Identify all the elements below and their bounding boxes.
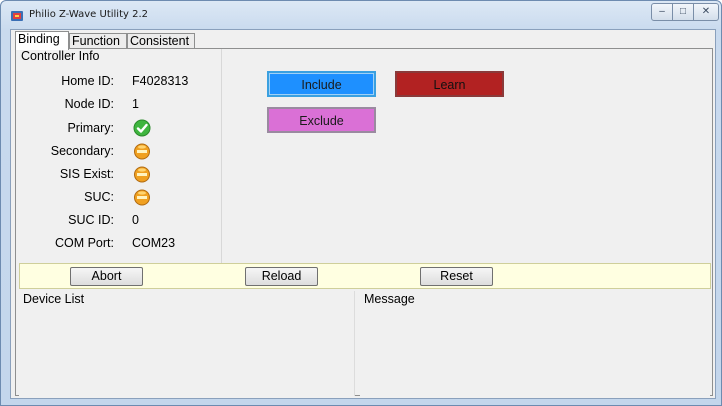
tab-binding[interactable]: Binding — [15, 31, 69, 50]
maximize-button[interactable]: □ — [672, 3, 694, 21]
abort-button[interactable]: Abort — [70, 267, 143, 286]
no-entry-icon — [134, 189, 150, 206]
tab-function[interactable]: Function — [69, 33, 127, 49]
suc-id-value: 0 — [132, 213, 139, 227]
suc-id-label: SUC ID: — [68, 213, 114, 227]
app-icon — [11, 11, 23, 21]
exclude-button[interactable]: Exclude — [267, 107, 376, 133]
home-id-label: Home ID: — [61, 74, 114, 88]
controller-info-title: Controller Info — [21, 49, 100, 63]
node-id-label: Node ID: — [64, 97, 114, 111]
home-id-value: F4028313 — [132, 74, 189, 88]
close-button[interactable]: ✕ — [693, 3, 719, 21]
window-title: Philio Z-Wave Utility 2.2 — [29, 9, 148, 20]
message-label: Message — [364, 292, 415, 306]
app-window: Philio Z-Wave Utility 2.2 – □ ✕ Binding … — [0, 0, 722, 406]
check-icon — [133, 119, 151, 137]
title-bar: Philio Z-Wave Utility 2.2 – □ ✕ — [1, 1, 721, 29]
primary-label: Primary: — [67, 121, 114, 135]
minimize-button[interactable]: – — [651, 3, 673, 21]
device-list-label: Device List — [23, 292, 85, 306]
com-port-label: COM Port: — [54, 236, 114, 250]
reload-button[interactable]: Reload — [245, 267, 318, 286]
device-list[interactable]: Device List — [19, 291, 355, 396]
include-button[interactable]: Include — [267, 71, 376, 97]
com-port-value: COM23 — [132, 236, 176, 250]
reset-button[interactable]: Reset — [420, 267, 493, 286]
maximize-icon: □ — [679, 6, 687, 17]
learn-button[interactable]: Learn — [395, 71, 504, 97]
section-divider — [221, 49, 222, 263]
binding-panel: Controller Info Home ID: F4028313 Node I… — [15, 48, 713, 396]
minimize-icon: – — [659, 6, 665, 17]
client-area: Binding Function Consistent Controller I… — [10, 29, 716, 399]
suc-label: SUC: — [84, 190, 114, 204]
action-toolbar: Abort Reload Reset — [19, 263, 711, 289]
sis-exist-label: SIS Exist: — [59, 167, 114, 181]
close-icon: ✕ — [701, 6, 711, 17]
node-id-value: 1 — [132, 97, 139, 111]
message-box[interactable]: Message — [360, 291, 710, 396]
secondary-label: Secondary: — [50, 144, 114, 158]
no-entry-icon — [134, 166, 150, 183]
tab-consistent[interactable]: Consistent — [127, 33, 195, 49]
no-entry-icon — [134, 143, 150, 160]
